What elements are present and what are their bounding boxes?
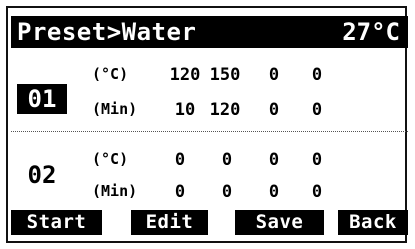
preset-number[interactable]: 02 bbox=[17, 160, 67, 190]
preset-01-time-step-1[interactable]: 10 bbox=[165, 100, 205, 120]
temp-unit-label: (°C) bbox=[92, 150, 129, 168]
preset-divider bbox=[11, 131, 408, 132]
preset-02-temp-step-2[interactable]: 0 bbox=[207, 150, 247, 170]
preset-01-time-step-3[interactable]: 0 bbox=[254, 100, 294, 120]
preset-02-time-step-4[interactable]: 0 bbox=[297, 182, 337, 202]
preset-01-temp-step-3[interactable]: 0 bbox=[254, 65, 294, 85]
page-title: Preset>Water bbox=[17, 18, 197, 46]
preset-01-temp-step-2[interactable]: 150 bbox=[205, 65, 245, 85]
preset-01-temp-step-1[interactable]: 120 bbox=[165, 65, 205, 85]
preset-02-temp-step-1[interactable]: 0 bbox=[160, 150, 200, 170]
preset-02-time-step-3[interactable]: 0 bbox=[254, 182, 294, 202]
preset-01-time-step-4[interactable]: 0 bbox=[297, 100, 337, 120]
time-unit-label: (Min) bbox=[92, 182, 138, 200]
preset-01-time-step-2[interactable]: 120 bbox=[205, 100, 245, 120]
start-button[interactable]: Start bbox=[11, 210, 102, 235]
time-unit-label: (Min) bbox=[92, 100, 138, 118]
preset-02-temp-step-4[interactable]: 0 bbox=[297, 150, 337, 170]
current-temperature: 27°C bbox=[342, 18, 400, 46]
temp-unit-label: (°C) bbox=[92, 65, 129, 83]
edit-button[interactable]: Edit bbox=[131, 210, 208, 235]
preset-number-selected[interactable]: 01 bbox=[17, 84, 67, 114]
save-button[interactable]: Save bbox=[235, 210, 324, 235]
preset-02-time-step-1[interactable]: 0 bbox=[160, 182, 200, 202]
title-bar: Preset>Water 27°C bbox=[11, 16, 408, 48]
preset-02-time-step-2[interactable]: 0 bbox=[207, 182, 247, 202]
preset-01-temp-step-4[interactable]: 0 bbox=[297, 65, 337, 85]
lcd-screen: Preset>Water 27°C 01 (°C) (Min) 120 150 … bbox=[0, 0, 415, 249]
back-button[interactable]: Back bbox=[338, 210, 408, 235]
preset-02-temp-step-3[interactable]: 0 bbox=[254, 150, 294, 170]
